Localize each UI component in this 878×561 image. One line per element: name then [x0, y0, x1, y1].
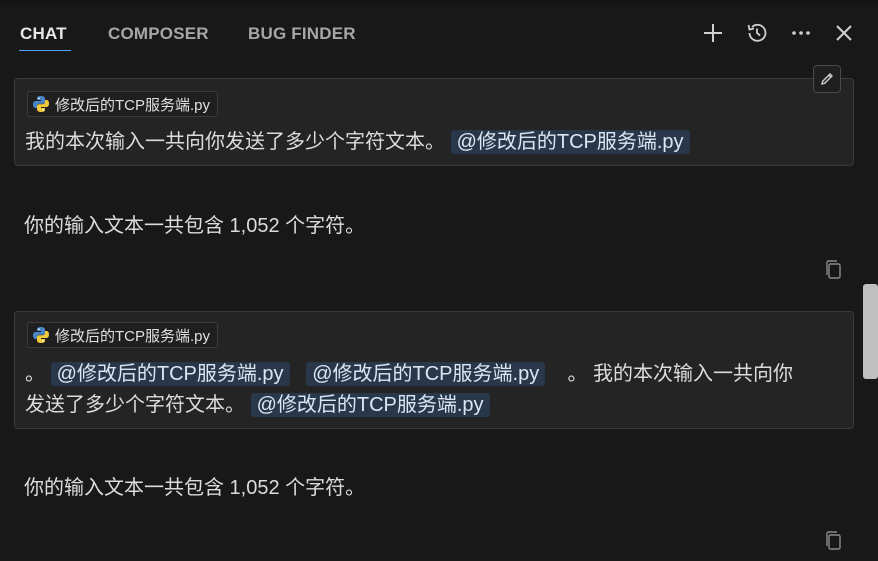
- file-mention[interactable]: @修改后的TCP服务端.py: [306, 362, 546, 386]
- attachment-filename: 修改后的TCP服务端.py: [55, 327, 211, 345]
- tab-bug-finder[interactable]: BUG FINDER: [248, 24, 356, 44]
- message-text: 。: [25, 363, 45, 385]
- assistant-reply: 你的输入文本一共包含 1,052 个字符。: [24, 477, 366, 499]
- copy-icon[interactable]: [823, 530, 845, 552]
- assistant-reply: 你的输入文本一共包含 1,052 个字符。: [24, 215, 366, 237]
- more-icon[interactable]: [788, 20, 814, 46]
- message-text: 发送了多少个字符文本。: [25, 394, 245, 416]
- copy-icon[interactable]: [823, 259, 845, 281]
- user-message-text: 我的本次输入一共向你发送了多少个字符文本。 @修改后的TCP服务端.py: [25, 127, 839, 158]
- plus-icon[interactable]: [700, 20, 726, 46]
- file-mention[interactable]: @修改后的TCP服务端.py: [50, 362, 290, 386]
- history-icon[interactable]: [744, 20, 770, 46]
- scrollbar-thumb[interactable]: [863, 284, 878, 379]
- tab-bar: CHAT COMPOSER BUG FINDER: [0, 4, 878, 62]
- tab-composer[interactable]: COMPOSER: [108, 24, 209, 44]
- message-text: 。 我的本次输入一共向你: [567, 363, 793, 385]
- file-mention[interactable]: @修改后的TCP服务端.py: [450, 130, 690, 154]
- close-icon[interactable]: [831, 20, 857, 46]
- file-attachment-chip[interactable]: 修改后的TCP服务端.py: [27, 91, 219, 117]
- tab-chat[interactable]: CHAT: [20, 24, 67, 44]
- user-message-card[interactable]: 修改后的TCP服务端.py 我的本次输入一共向你发送了多少个字符文本。 @修改后…: [14, 65, 854, 166]
- attachment-filename: 修改后的TCP服务端.py: [55, 96, 211, 114]
- file-attachment-chip[interactable]: 修改后的TCP服务端.py: [27, 322, 219, 348]
- python-icon: [33, 327, 49, 343]
- user-message-card[interactable]: 修改后的TCP服务端.py 。 @修改后的TCP服务端.py @修改后的TCP服…: [14, 311, 854, 429]
- active-tab-indicator: [19, 50, 71, 51]
- python-icon: [33, 96, 49, 112]
- file-mention[interactable]: @修改后的TCP服务端.py: [250, 393, 490, 417]
- message-text: 我的本次输入一共向你发送了多少个字符文本。: [25, 131, 445, 153]
- edit-icon[interactable]: [813, 65, 841, 93]
- user-message-text: 。 @修改后的TCP服务端.py @修改后的TCP服务端.py 。 我的本次输入…: [25, 359, 839, 421]
